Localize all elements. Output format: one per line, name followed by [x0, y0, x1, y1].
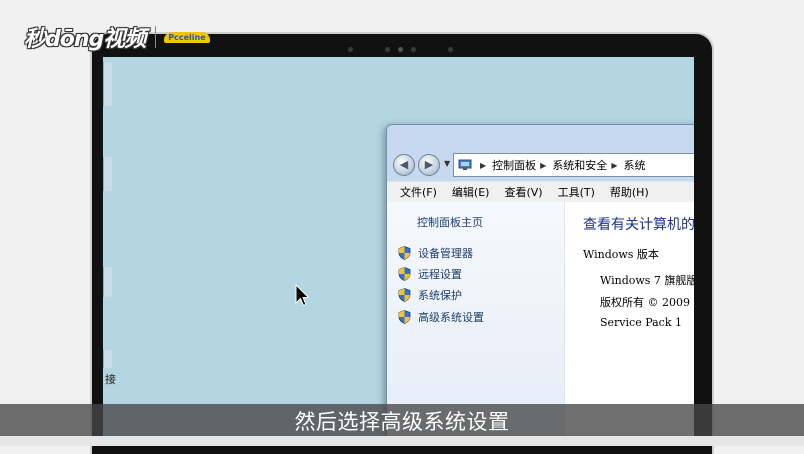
- navigation-row: ◀ ▶ ▼ ▶ 控制面板 ▶ 系统和安全 ▶ 系统: [393, 153, 694, 179]
- control-panel-home-link[interactable]: 控制面板主页: [417, 214, 483, 230]
- camera-sensor-icon: [348, 47, 353, 52]
- laptop-base: [0, 436, 804, 446]
- task-label: 系统保护: [418, 289, 462, 302]
- task-label: 远程设置: [418, 268, 462, 281]
- shield-icon: [398, 246, 411, 260]
- breadcrumb-item[interactable]: 系统和安全: [552, 157, 607, 173]
- service-pack: Service Pack 1: [600, 316, 682, 329]
- desktop-icon[interactable]: [103, 267, 112, 297]
- page-title: 查看有关计算机的基: [583, 217, 694, 233]
- mouse-cursor-icon: [295, 284, 309, 307]
- camera-sensor-icon: [385, 47, 390, 52]
- chevron-right-icon: ▶: [611, 160, 618, 170]
- copyright-text: 版权所有 © 2009 M: [600, 296, 694, 309]
- chevron-right-icon: ▶: [540, 160, 547, 170]
- watermark-logo: 秒dōng视频 Pcceline: [24, 20, 210, 54]
- task-label: 设备管理器: [418, 247, 473, 260]
- desktop-screen: 接 ◀ ▶ ▼ ▶ 控制面板 ▶ 系统和安全 ▶ 系统 文件(F) 编辑(E) …: [103, 57, 694, 446]
- subtitle-text: 然后选择高级系统设置: [294, 410, 510, 434]
- logo-divider: [155, 26, 157, 48]
- task-remote-settings[interactable]: 远程设置: [398, 266, 462, 282]
- desktop-icon[interactable]: [103, 157, 112, 191]
- desktop-icon-label: 接: [105, 373, 116, 386]
- menu-file[interactable]: 文件(F): [400, 184, 437, 200]
- menu-help[interactable]: 帮助(H): [610, 184, 649, 200]
- menu-tools[interactable]: 工具(T): [558, 184, 595, 200]
- control-panel-icon: [458, 159, 472, 170]
- shield-icon: [398, 288, 411, 302]
- shield-icon: [398, 310, 411, 324]
- address-bar[interactable]: ▶ 控制面板 ▶ 系统和安全 ▶ 系统: [453, 153, 694, 177]
- menu-edit[interactable]: 编辑(E): [452, 184, 490, 200]
- task-system-protection[interactable]: 系统保护: [398, 287, 462, 303]
- system-window: ◀ ▶ ▼ ▶ 控制面板 ▶ 系统和安全 ▶ 系统 文件(F) 编辑(E) 查看…: [386, 124, 694, 446]
- subtitle-bar: 然后选择高级系统设置: [0, 404, 804, 436]
- windows-edition: Windows 7 旗舰版: [600, 274, 694, 287]
- menu-bar: 文件(F) 编辑(E) 查看(V) 工具(T) 帮助(H): [387, 181, 694, 203]
- forward-button[interactable]: ▶: [418, 154, 440, 176]
- back-button[interactable]: ◀: [393, 154, 415, 176]
- camera-sensor-icon: [448, 47, 453, 52]
- desktop-icon[interactable]: [103, 62, 112, 106]
- desktop-icon[interactable]: [103, 350, 112, 368]
- shield-icon: [398, 267, 411, 281]
- camera-sensor-icon: [411, 47, 416, 52]
- task-device-manager[interactable]: 设备管理器: [398, 245, 473, 261]
- chevron-right-icon: ▶: [480, 160, 487, 170]
- brand-logo: Pcceline: [164, 31, 210, 43]
- breadcrumb-item[interactable]: 系统: [623, 157, 645, 173]
- logo-text: 秒dōng视频: [24, 27, 146, 52]
- camera-icon: [398, 47, 403, 52]
- task-label: 高级系统设置: [418, 311, 484, 324]
- menu-view[interactable]: 查看(V): [504, 184, 542, 200]
- task-advanced-system-settings[interactable]: 高级系统设置: [398, 309, 484, 325]
- breadcrumb-item[interactable]: 控制面板: [492, 157, 536, 173]
- recent-pages-dropdown-icon[interactable]: ▼: [444, 159, 450, 168]
- section-heading: Windows 版本: [583, 248, 659, 261]
